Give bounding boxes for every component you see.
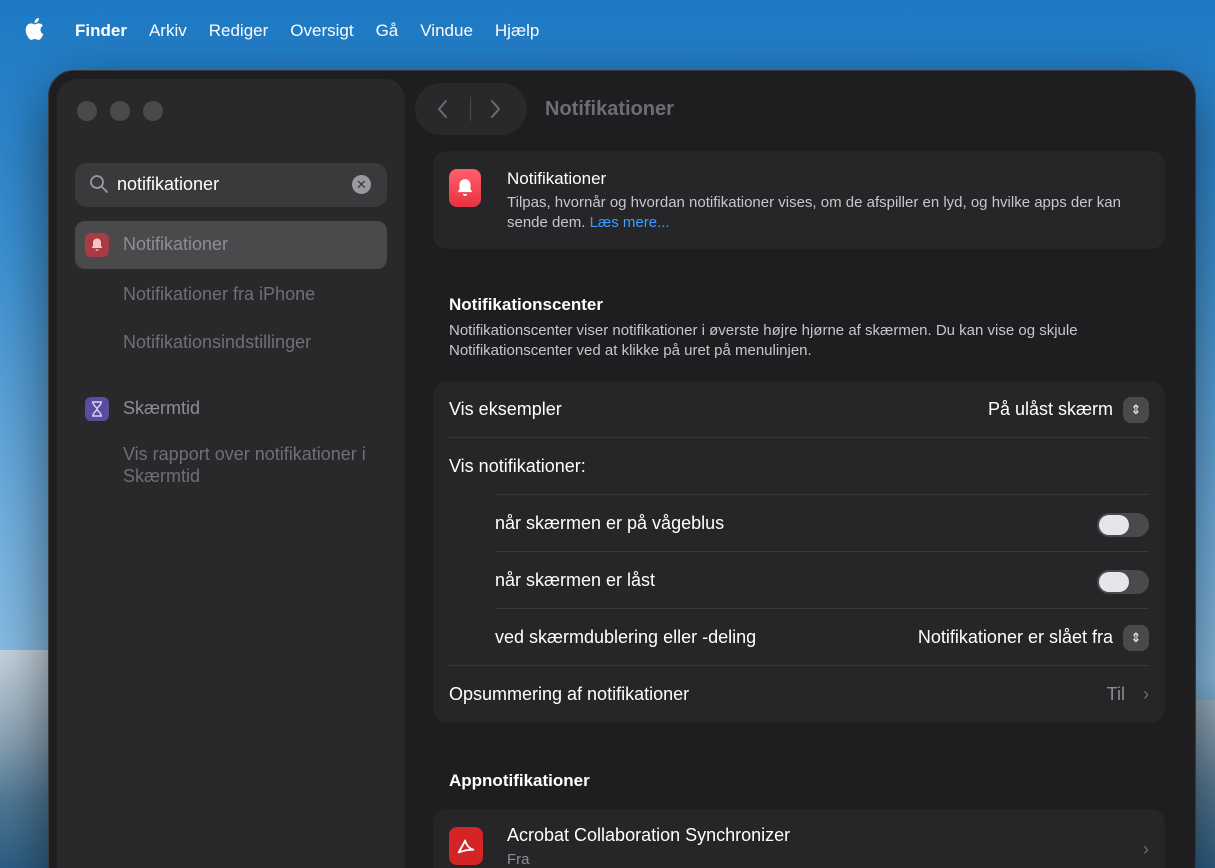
notification-settings-card: Vis eksempler På ulåst skærm ⇕ Vis notif… — [433, 381, 1165, 723]
app-name: Acrobat Collaboration Synchronizer — [507, 825, 791, 845]
header-title: Notifikationer — [507, 169, 607, 188]
menu-gaa[interactable]: Gå — [376, 21, 399, 41]
row-vaageblus: når skærmen er på vågeblus — [433, 495, 1165, 552]
zoom-window-button[interactable] — [143, 101, 163, 121]
sidebar-item-label: Skærmtid — [123, 398, 201, 418]
close-window-button[interactable] — [77, 101, 97, 121]
apple-logo-icon[interactable] — [24, 17, 44, 41]
row-label: Vis notifikationer: — [449, 456, 586, 476]
row-value[interactable]: Notifikationer er slået fra — [918, 627, 1113, 648]
menu-hjaelp[interactable]: Hjælp — [495, 21, 539, 41]
row-label: når skærmen er på vågeblus — [495, 513, 725, 533]
minimize-window-button[interactable] — [110, 101, 130, 121]
row-value[interactable]: På ulåst skærm — [988, 399, 1113, 420]
hourglass-icon — [85, 397, 109, 421]
vaageblus-toggle[interactable] — [1097, 513, 1149, 537]
learn-more-link[interactable]: Læs mere... — [590, 214, 670, 231]
section-title-appnotifikationer: Appnotifikationer — [449, 771, 590, 790]
app-notification-row[interactable]: Acrobat Collaboration Synchronizer Fra › — [433, 809, 1165, 868]
sidebar-item-notifikationer-fra-iphone[interactable]: Notifikationer fra iPhone — [123, 284, 315, 305]
forward-chevron-icon[interactable] — [487, 97, 503, 121]
bell-icon — [449, 169, 481, 207]
row-label: Vis eksempler — [449, 399, 562, 419]
row-vis-notifikationer: Vis notifikationer: — [433, 438, 1165, 495]
sidebar: notifikationer ✕ Notifikationer Notifika… — [57, 79, 405, 868]
toggle-knob — [1099, 515, 1129, 535]
menu-bar: Finder Arkiv Rediger Oversigt Gå Vindue … — [0, 0, 1215, 62]
system-settings-window: notifikationer ✕ Notifikationer Notifika… — [48, 70, 1196, 868]
navigation-buttons — [415, 83, 527, 135]
window-controls — [77, 101, 163, 121]
popup-stepper-icon[interactable]: ⇕ — [1123, 397, 1149, 423]
sidebar-item-notifikationsindstillinger[interactable]: Notifikationsindstillinger — [123, 332, 311, 353]
section-title-notifikationscenter: Notifikationscenter — [449, 295, 603, 314]
menu-finder[interactable]: Finder — [75, 21, 127, 41]
search-field[interactable]: notifikationer ✕ — [75, 163, 387, 207]
acrobat-icon — [449, 827, 483, 865]
row-opsummering[interactable]: Opsummering af notifikationer Til › — [433, 666, 1165, 723]
laast-toggle[interactable] — [1097, 570, 1149, 594]
search-icon — [90, 175, 108, 193]
popup-stepper-icon[interactable]: ⇕ — [1123, 625, 1149, 651]
main-pane: Notifikationer Notifikationer Tilpas, hv… — [415, 71, 1195, 868]
notifications-header-card: Notifikationer Tilpas, hvornår og hvorda… — [433, 151, 1165, 249]
row-laast: når skærmen er låst — [433, 552, 1165, 609]
sidebar-item-label: Notifikationer — [123, 234, 229, 254]
row-label: ved skærmdublering eller -deling — [495, 627, 757, 647]
row-label: når skærmen er låst — [495, 570, 656, 590]
menu-oversigt[interactable]: Oversigt — [290, 21, 353, 41]
menu-arkiv[interactable]: Arkiv — [149, 21, 187, 41]
sidebar-item-skaermtid[interactable]: Skærmtid — [75, 385, 387, 433]
row-dublering[interactable]: ved skærmdublering eller -deling Notifik… — [433, 609, 1165, 666]
menu-rediger[interactable]: Rediger — [209, 21, 269, 41]
nav-divider — [470, 97, 471, 121]
page-title: Notifikationer — [545, 98, 674, 120]
back-chevron-icon[interactable] — [435, 97, 451, 121]
header-description: Tilpas, hvornår og hvordan notifikatione… — [507, 193, 1147, 233]
menu-vindue[interactable]: Vindue — [420, 21, 473, 41]
row-label: Opsummering af notifikationer — [449, 684, 690, 704]
chevron-right-icon[interactable]: › — [1143, 839, 1149, 860]
row-value: Til — [1106, 684, 1125, 704]
row-vis-eksempler[interactable]: Vis eksempler På ulåst skærm ⇕ — [433, 381, 1165, 438]
app-status: Fra — [507, 851, 530, 868]
sidebar-item-vis-rapport[interactable]: Vis rapport over notifikationer i Skærmt… — [123, 443, 373, 487]
sidebar-item-notifikationer[interactable]: Notifikationer — [75, 221, 387, 269]
clear-search-icon[interactable]: ✕ — [352, 175, 371, 194]
toggle-knob — [1099, 572, 1129, 592]
search-input[interactable]: notifikationer — [117, 174, 219, 195]
section-description: Notifikationscenter viser notifikationer… — [449, 322, 1078, 359]
chevron-right-icon[interactable]: › — [1143, 684, 1149, 705]
bell-icon — [85, 233, 109, 257]
